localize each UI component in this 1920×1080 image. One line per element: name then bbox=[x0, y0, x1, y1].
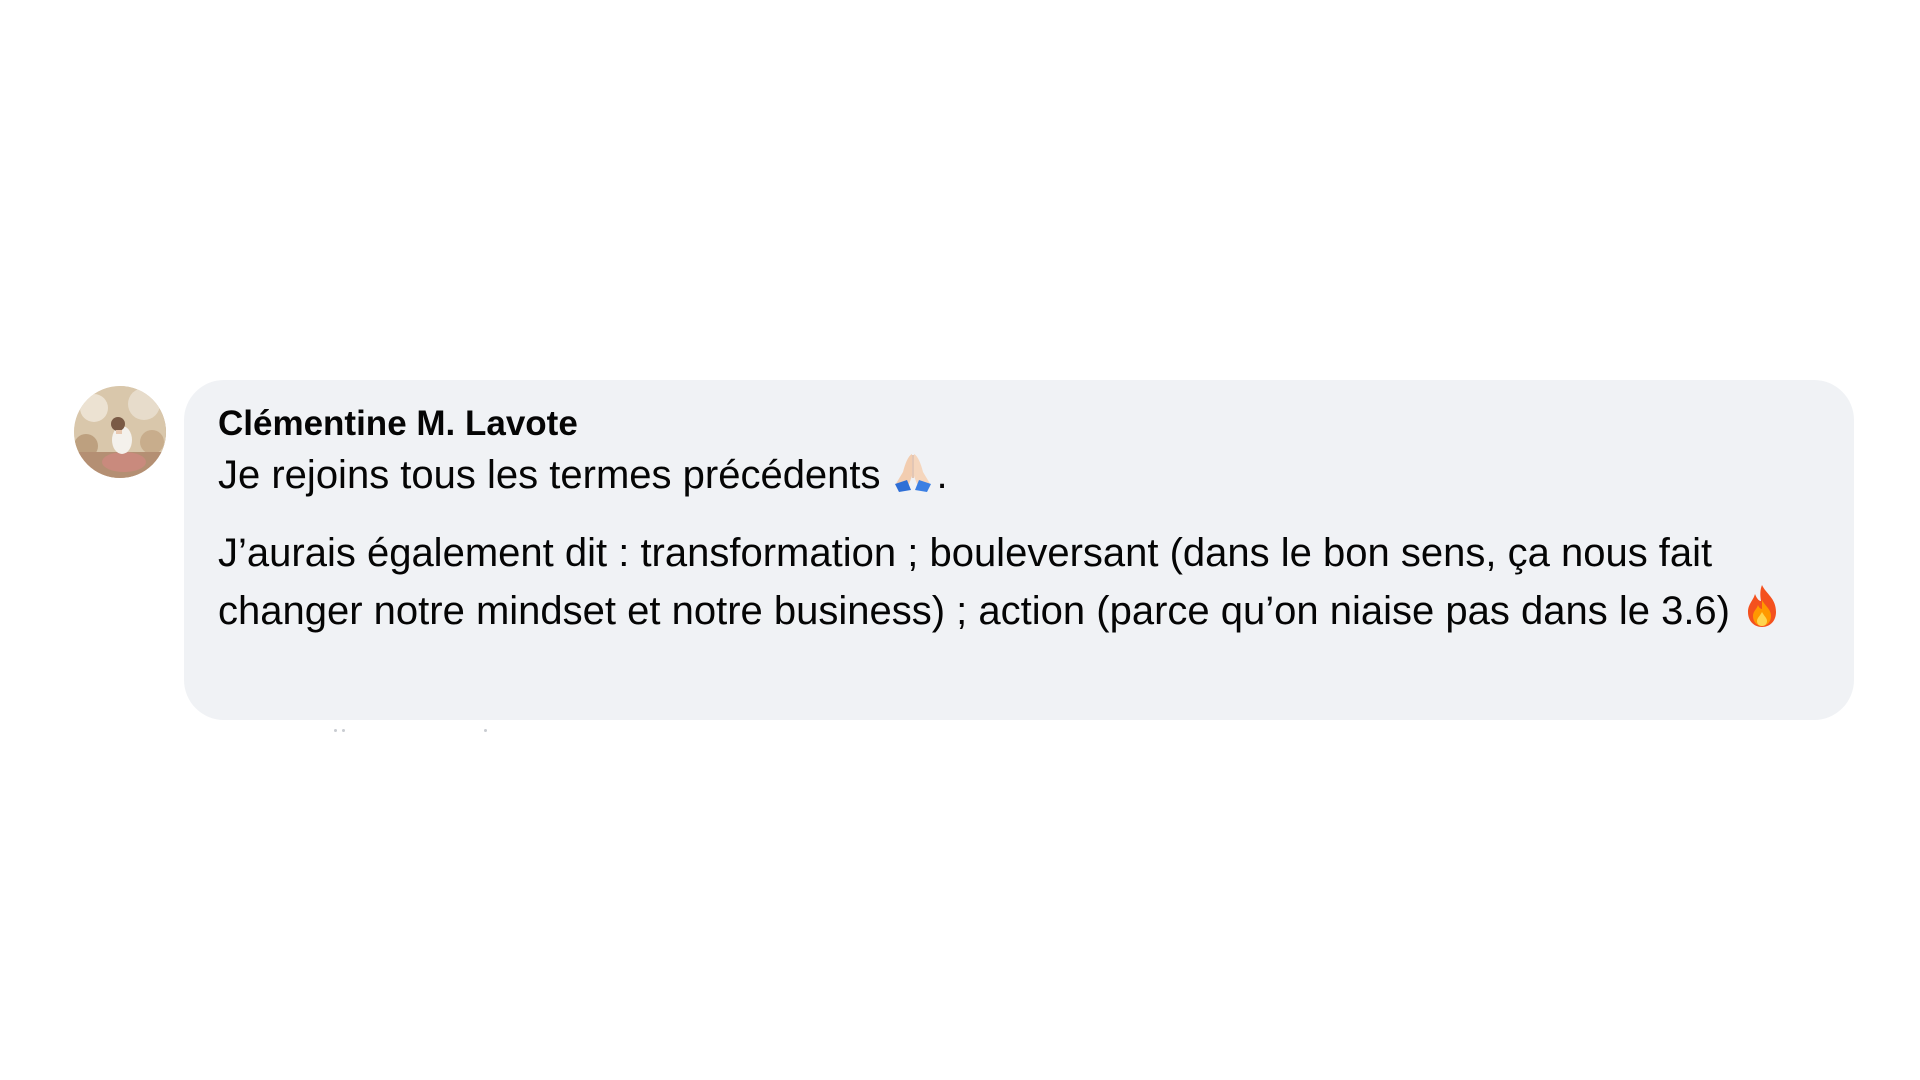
avatar-photo bbox=[74, 386, 166, 478]
comment-bubble: Clémentine M. Lavote Je rejoins tous les… bbox=[184, 380, 1854, 720]
fire-icon bbox=[1738, 582, 1786, 630]
comment-paragraph-1-suffix: . bbox=[936, 453, 948, 497]
comment-paragraph-1-text: Je rejoins tous les termes précédents bbox=[218, 453, 881, 497]
comment-paragraph-1: Je rejoins tous les termes précédents . bbox=[218, 446, 1818, 504]
comment-actions-row-cutoff bbox=[334, 729, 514, 735]
avatar[interactable] bbox=[74, 386, 166, 478]
comment: Clémentine M. Lavote Je rejoins tous les… bbox=[74, 380, 1854, 740]
folded-hands-icon bbox=[889, 446, 937, 494]
comment-paragraph-2: J’aurais également dit : transformation … bbox=[218, 525, 1818, 640]
comment-paragraph-2-text: J’aurais également dit : transformation … bbox=[218, 531, 1730, 633]
comment-author[interactable]: Clémentine M. Lavote bbox=[218, 402, 1818, 446]
